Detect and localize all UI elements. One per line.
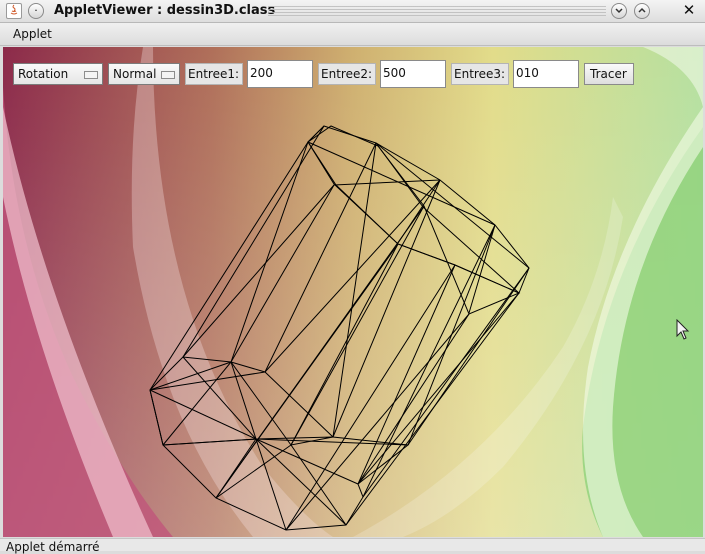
wireframe-3d-drawing (149, 125, 530, 531)
java-icon[interactable] (6, 3, 22, 19)
maximize-icon[interactable] (634, 3, 650, 19)
window-menu-icon[interactable]: · (28, 3, 44, 19)
title-bar-grip (268, 6, 606, 16)
status-bar: Applet démarré (0, 538, 705, 554)
minimize-icon[interactable] (611, 3, 627, 19)
applet-canvas[interactable]: Rotation Normal Entree1: 200 Entree2: 50… (3, 47, 703, 537)
close-icon[interactable]: ✕ (681, 3, 697, 19)
status-text: Applet démarré (6, 540, 100, 554)
title-bar: · AppletViewer : dessin3D.class ✕ (0, 0, 705, 23)
window-title: AppletViewer : dessin3D.class (54, 3, 276, 18)
top-cap-outline (307, 125, 530, 294)
mouse-pointer-icon (676, 319, 690, 340)
menu-bar: Applet (0, 23, 705, 46)
menu-item-applet[interactable]: Applet (13, 27, 52, 41)
